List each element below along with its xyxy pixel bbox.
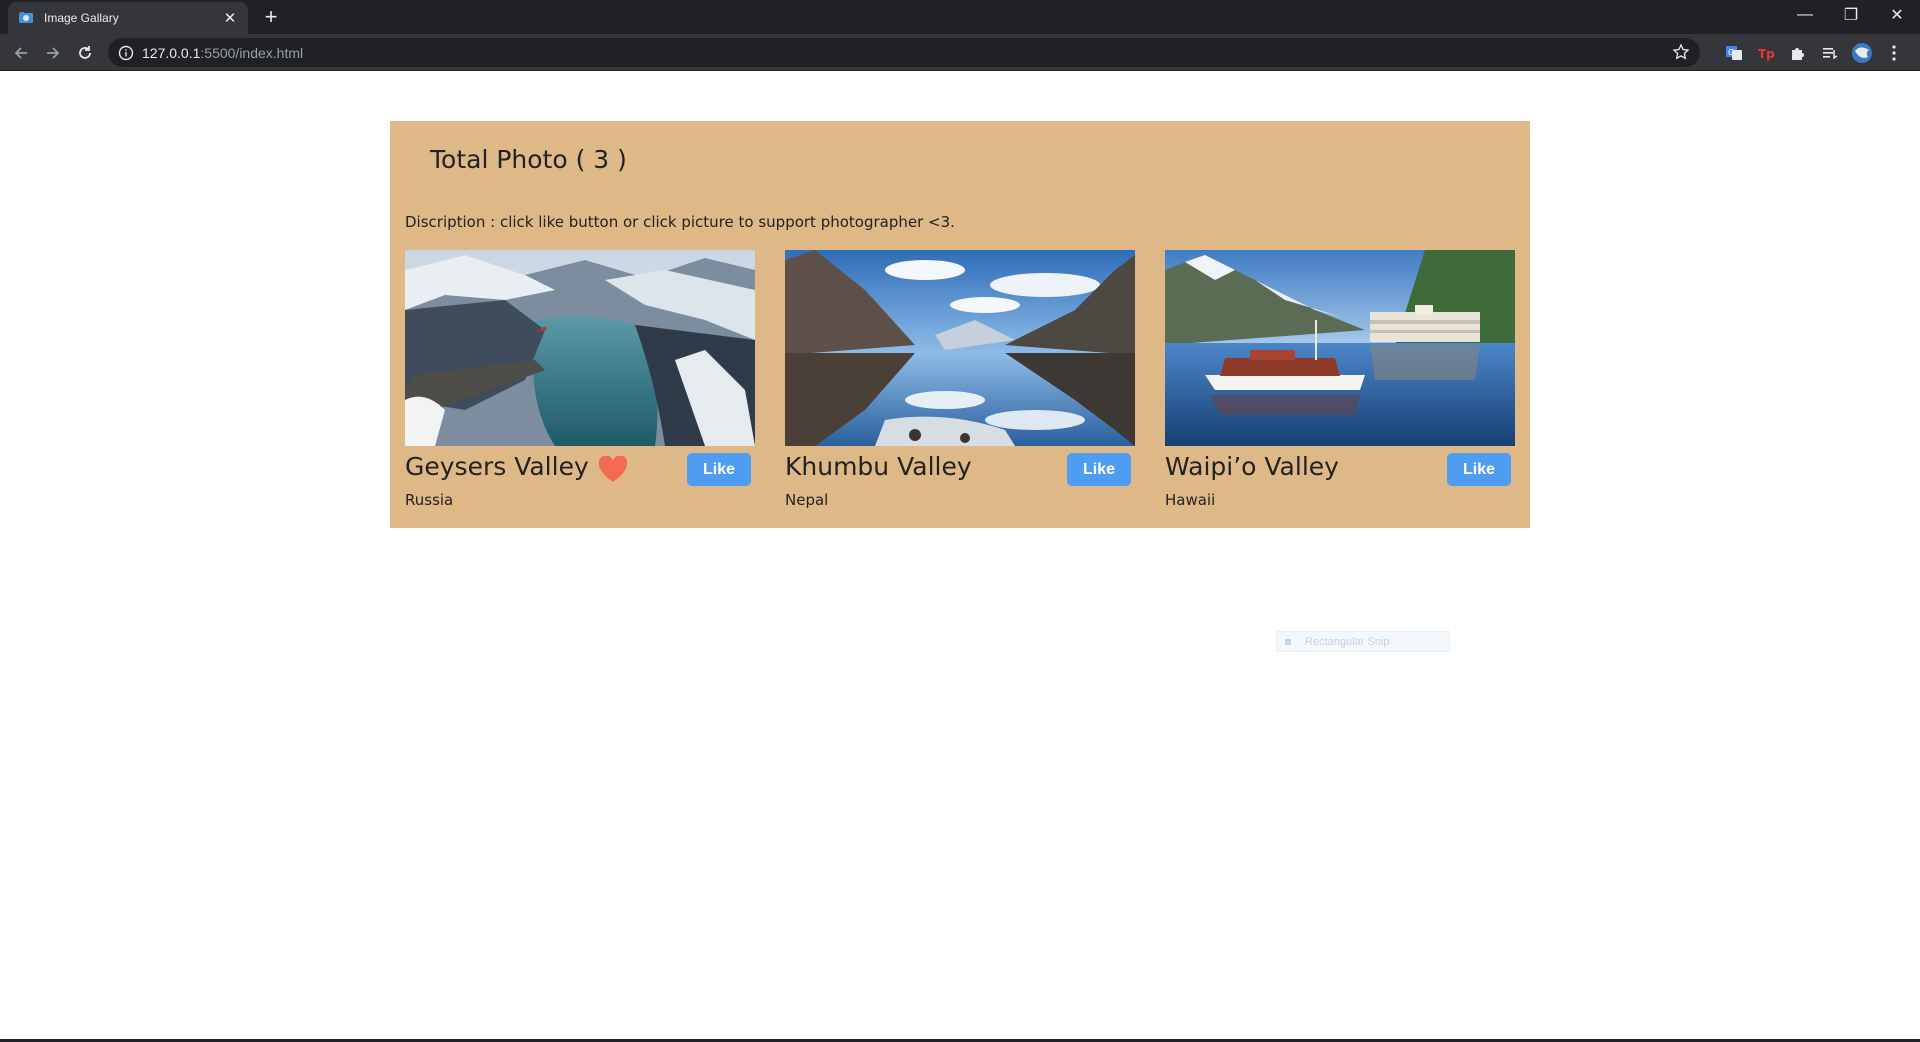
new-tab-button[interactable]: + <box>258 4 284 30</box>
photo-title: Waipi’o Valley <box>1165 452 1339 481</box>
photo-title: Geysers Valley <box>405 452 589 481</box>
photo-location: Nepal <box>785 491 829 509</box>
like-button[interactable]: Like <box>1067 453 1131 486</box>
heart-icon <box>598 456 628 482</box>
reload-icon <box>79 46 91 59</box>
photo-title: Khumbu Valley <box>785 452 972 481</box>
menu-kebab-icon[interactable] <box>1882 41 1906 65</box>
url-host: 127.0.0.1 <box>142 44 201 61</box>
photo-card: Khumbu Valley Like Nepal <box>785 250 1135 510</box>
extensions-area: G Tp <box>1722 41 1906 65</box>
tab-close-icon[interactable]: ✕ <box>222 9 238 27</box>
tab-title: Image Gallary <box>44 11 119 25</box>
page-viewport: Total Photo ( 3 ) Discription : click li… <box>0 71 1920 1039</box>
browser-toolbar: 127.0.0.1:5500/index.html G Tp <box>0 34 1920 71</box>
photo-card: Waipi’o Valley Like Hawaii <box>1165 250 1515 510</box>
close-window-button[interactable]: ✕ <box>1874 0 1920 30</box>
restore-button[interactable]: ❐ <box>1828 0 1874 30</box>
photo-card: Geysers Valley Like Russia <box>405 250 755 510</box>
rectangular-snip-overlay[interactable]: Rectangular Snip <box>1276 631 1450 652</box>
reading-list-icon[interactable] <box>1818 41 1842 65</box>
photo-waipio-valley[interactable] <box>1165 250 1515 446</box>
puzzle-extensions-icon[interactable] <box>1786 41 1810 65</box>
snip-icon <box>1285 638 1291 645</box>
window-controls: — ❐ ✕ <box>1782 0 1920 30</box>
browser-tab[interactable]: Image Gallary ✕ <box>8 2 248 34</box>
tp-extension-icon[interactable]: Tp <box>1754 41 1778 65</box>
address-bar[interactable]: 127.0.0.1:5500/index.html <box>108 38 1700 67</box>
translate-extension-icon[interactable]: G <box>1722 41 1746 65</box>
forward-button[interactable] <box>40 40 66 66</box>
gallery-description: Discription : click like button or click… <box>405 213 955 231</box>
info-icon[interactable] <box>118 45 134 61</box>
profile-avatar-icon[interactable] <box>1850 41 1874 65</box>
back-button[interactable] <box>8 40 34 66</box>
photo-location: Russia <box>405 491 454 509</box>
url-path: :5500/index.html <box>200 44 304 61</box>
photo-geysers-valley[interactable] <box>405 250 755 446</box>
reload-button[interactable] <box>72 40 98 66</box>
page-title: Total Photo ( 3 ) <box>430 145 627 174</box>
arrow-right-icon <box>47 47 60 59</box>
bookmark-star-icon[interactable] <box>1672 43 1690 61</box>
svg-text:G: G <box>1728 48 1734 57</box>
svg-text:Tp: Tp <box>1758 47 1775 61</box>
arrow-left-icon <box>14 47 27 59</box>
minimize-button[interactable]: — <box>1782 0 1828 30</box>
like-button[interactable]: Like <box>687 453 751 486</box>
snip-label: Rectangular Snip <box>1305 635 1390 648</box>
image-favicon-icon <box>18 10 34 26</box>
browser-tabstrip: Image Gallary ✕ + — ❐ ✕ <box>0 0 1920 34</box>
gallery-container: Total Photo ( 3 ) Discription : click li… <box>390 121 1530 528</box>
photo-khumbu-valley[interactable] <box>785 250 1135 446</box>
photo-location: Hawaii <box>1165 491 1216 509</box>
like-button[interactable]: Like <box>1447 453 1511 486</box>
